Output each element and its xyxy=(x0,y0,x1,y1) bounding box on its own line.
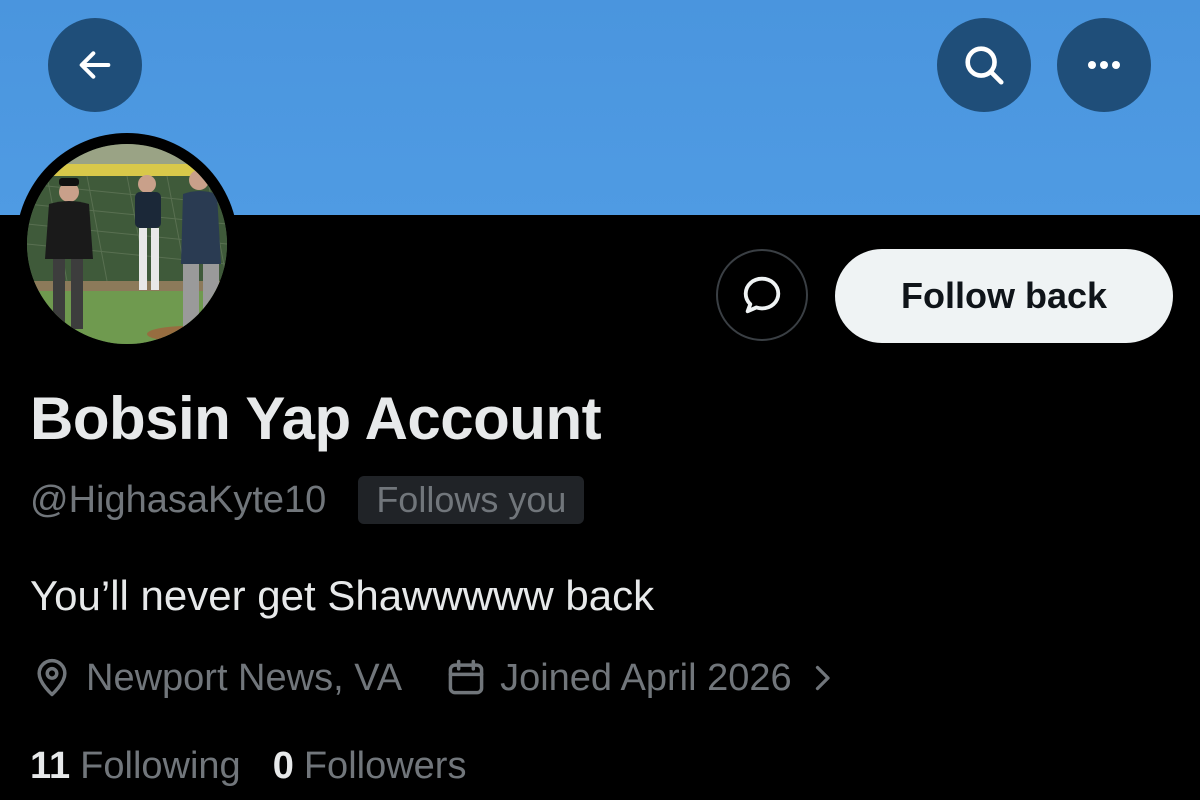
followers-link[interactable]: 0 Followers xyxy=(273,745,467,788)
message-button[interactable] xyxy=(716,249,808,341)
joined-item[interactable]: Joined April 2026 xyxy=(444,656,852,700)
arrow-left-icon xyxy=(79,51,111,79)
followers-count: 0 xyxy=(272,744,294,787)
search-icon xyxy=(965,46,1004,85)
joined-text: Joined April 2026 xyxy=(500,656,792,699)
more-horizontal-icon xyxy=(1088,61,1120,69)
location-text: Newport News, VA xyxy=(86,656,403,699)
following-label: Following xyxy=(80,744,241,787)
display-name: Bobsin Yap Account xyxy=(30,385,602,452)
search-button[interactable] xyxy=(937,18,1031,112)
handle-row: @HighasaKyte10 Follows you xyxy=(30,474,585,526)
chevron-right-icon xyxy=(815,665,830,691)
following-count: 11 xyxy=(30,744,71,787)
avatar[interactable] xyxy=(16,133,238,355)
location-pin-icon xyxy=(37,658,67,697)
follow-stats: 11 Following 0 Followers xyxy=(30,740,466,792)
more-options-button[interactable] xyxy=(1057,18,1151,112)
message-bubble-icon xyxy=(743,276,781,314)
location-item: Newport News, VA xyxy=(30,656,402,700)
profile-bio: You’ll never get Shawwwww back xyxy=(30,572,655,619)
back-button[interactable] xyxy=(48,18,142,112)
followers-label: Followers xyxy=(303,744,467,787)
profile-page: Follow back Bobsin Yap Account @HighasaK… xyxy=(0,0,1200,800)
user-handle: @HighasaKyte10 xyxy=(30,478,327,521)
following-link[interactable]: 11 Following xyxy=(30,745,241,788)
follow-back-button[interactable]: Follow back xyxy=(835,249,1173,343)
avatar-photo xyxy=(27,144,227,344)
calendar-icon xyxy=(448,659,484,695)
follows-you-badge: Follows you xyxy=(358,476,585,524)
profile-meta: Newport News, VA Joined April 2026 xyxy=(30,652,852,704)
